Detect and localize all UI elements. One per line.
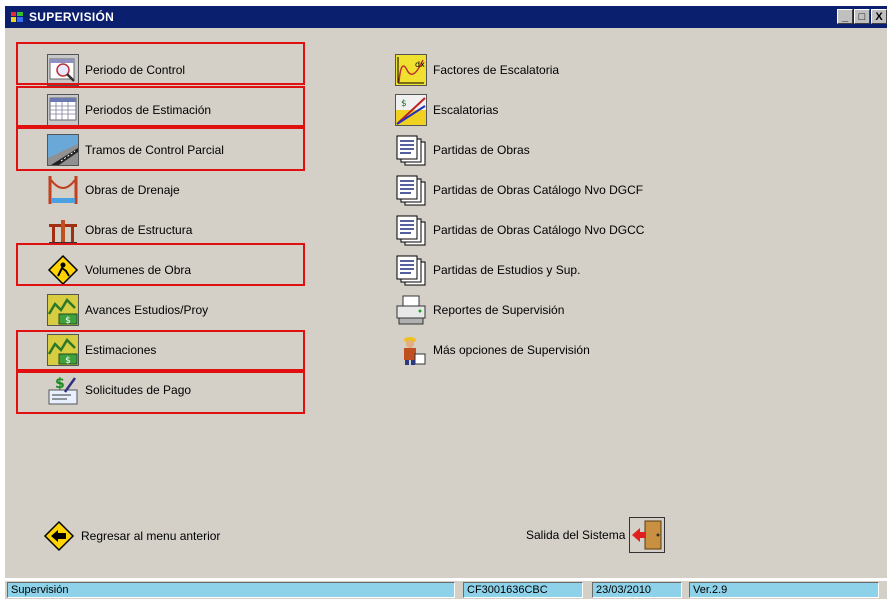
menu-partidas-obras[interactable]: Partidas de Obras — [395, 133, 530, 167]
close-button[interactable]: X — [871, 9, 887, 24]
menu-label: Avances Estudios/Proy — [85, 303, 209, 317]
menu-obras-estructura[interactable]: Obras de Estructura — [47, 213, 192, 247]
formula-chart-icon: dx — [395, 54, 427, 86]
svg-text:$: $ — [65, 316, 71, 326]
documents-stack-icon — [396, 255, 426, 286]
window-title: SUPERVISIÓN — [29, 10, 115, 24]
menu-factores-escalatoria[interactable]: dx Factores de Escalatoria — [395, 53, 559, 87]
documents-stack-icon — [396, 135, 426, 166]
drainage-bridge-icon — [47, 174, 79, 206]
menu-obras-drenaje[interactable]: Obras de Drenaje — [47, 173, 180, 207]
status-code: CF3001636CBC — [463, 582, 583, 598]
exit-label: Salida del Sistema — [526, 528, 626, 542]
back-button[interactable]: Regresar al menu anterior — [43, 519, 220, 553]
menu-escalatorias[interactable]: $ Escalatorias — [395, 93, 498, 127]
svg-text:dx: dx — [415, 60, 425, 69]
menu-label: Tramos de Control Parcial — [85, 143, 224, 157]
menu-periodos-estimacion[interactable]: Periodos de Estimación — [47, 93, 211, 127]
menu-volumenes-obra[interactable]: Volumenes de Obra — [47, 253, 191, 287]
road-icon — [47, 134, 79, 166]
menu-label: Partidas de Obras — [433, 143, 530, 157]
menu-avances-estudios[interactable]: $ Avances Estudios/Proy — [47, 293, 208, 327]
calendar-grid-icon — [47, 94, 79, 126]
money-chart-icon: $ — [47, 294, 79, 326]
menu-periodo-control[interactable]: Periodo de Control — [47, 53, 185, 87]
menu-label: Volumenes de Obra — [85, 263, 192, 277]
menu-label: Más opciones de Supervisión — [433, 343, 590, 357]
menu-mas-opciones[interactable]: Más opciones de Supervisión — [395, 333, 590, 367]
menu-label: Estimaciones — [85, 343, 157, 357]
svg-text:$: $ — [55, 376, 65, 392]
menu-partidas-estudios[interactable]: Partidas de Estudios y Sup. — [395, 253, 580, 287]
svg-text:$: $ — [65, 356, 71, 366]
documents-stack-icon — [396, 175, 426, 206]
structure-pillars-icon — [47, 214, 79, 246]
svg-text:$: $ — [401, 99, 407, 109]
exit-button[interactable]: Salida del Sistema — [526, 517, 666, 553]
menu-partidas-dgcc[interactable]: Partidas de Obras Catálogo Nvo DGCC — [395, 213, 644, 247]
main-panel: Periodo de Control Periodos de Estimació… — [5, 28, 887, 578]
menu-partidas-dgcf[interactable]: Partidas de Obras Catálogo Nvo DGCF — [395, 173, 643, 207]
back-label: Regresar al menu anterior — [81, 529, 221, 543]
menu-solicitudes-pago[interactable]: $ Solicitudes de Pago — [47, 373, 191, 407]
menu-label: Obras de Drenaje — [85, 183, 180, 197]
status-date: 23/03/2010 — [592, 582, 682, 598]
minimize-button[interactable]: _ — [837, 9, 853, 24]
money-chart-icon: $ — [47, 334, 79, 366]
construction-sign-icon — [47, 254, 79, 286]
maximize-button[interactable]: □ — [854, 9, 870, 24]
menu-estimaciones[interactable]: $ Estimaciones — [47, 333, 156, 367]
menu-label: Partidas de Estudios y Sup. — [433, 263, 581, 277]
printer-icon — [396, 295, 426, 325]
documents-stack-icon — [396, 215, 426, 246]
exit-door-icon — [629, 517, 666, 553]
menu-reportes[interactable]: Reportes de Supervisión — [395, 293, 564, 327]
app-icon — [11, 12, 23, 22]
menu-label: Obras de Estructura — [85, 223, 193, 237]
menu-label: Escalatorias — [433, 103, 499, 117]
menu-tramos-control[interactable]: Tramos de Control Parcial — [47, 133, 224, 167]
status-bar: Supervisión CF3001636CBC 23/03/2010 Ver.… — [5, 581, 887, 599]
escalation-chart-icon: $ — [395, 94, 427, 126]
menu-label: Factores de Escalatoria — [433, 63, 560, 77]
menu-label: Partidas de Obras Catálogo Nvo DGCC — [433, 223, 645, 237]
worker-icon — [395, 334, 427, 366]
calendar-magnifier-icon — [47, 54, 79, 86]
payment-request-icon: $ — [47, 374, 79, 406]
status-version: Ver.2.9 — [689, 582, 879, 598]
menu-label: Partidas de Obras Catálogo Nvo DGCF — [433, 183, 644, 197]
menu-label: Reportes de Supervisión — [433, 303, 565, 317]
status-module: Supervisión — [7, 582, 455, 598]
menu-label: Periodos de Estimación — [85, 103, 212, 117]
menu-label: Periodo de Control — [85, 63, 186, 77]
title-bar: SUPERVISIÓN _ □ X — [5, 6, 887, 28]
menu-label: Solicitudes de Pago — [85, 383, 192, 397]
back-arrow-icon — [43, 520, 75, 552]
